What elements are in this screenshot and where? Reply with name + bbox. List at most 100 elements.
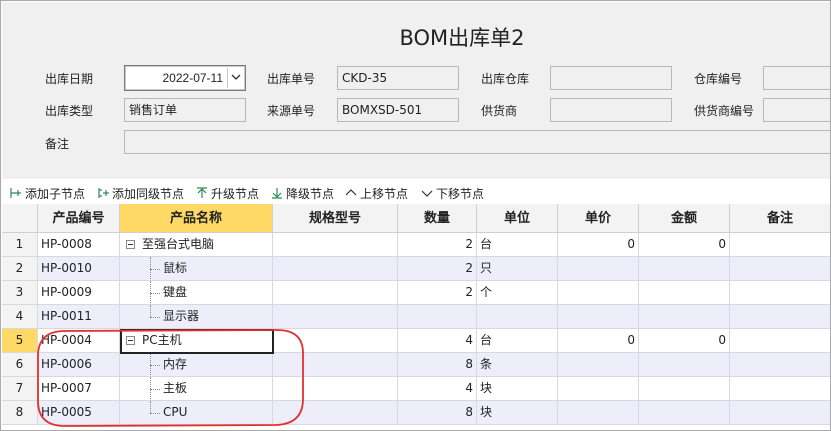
tree-line: [150, 401, 151, 413]
remark-cell[interactable]: [730, 353, 830, 377]
unit-cell[interactable]: 块: [477, 377, 558, 401]
downgrade-node-button[interactable]: 降级节点: [271, 185, 339, 201]
price-cell[interactable]: [558, 257, 639, 281]
remark-field[interactable]: [124, 130, 830, 154]
header-product-code[interactable]: 产品编号: [38, 204, 120, 233]
product-code-cell[interactable]: HP-0007: [38, 377, 120, 401]
collapse-toggle-icon[interactable]: [126, 240, 135, 249]
table-row[interactable]: 6 HP-0006 内存 8 条: [2, 353, 830, 377]
product-code-cell[interactable]: HP-0010: [38, 257, 120, 281]
price-cell[interactable]: 0: [558, 329, 639, 353]
table-row[interactable]: 2 HP-0010 鼠标 2 只: [2, 257, 830, 281]
supplier-no-field[interactable]: [763, 98, 830, 122]
unit-cell[interactable]: 台: [477, 233, 558, 257]
qty-cell[interactable]: 8: [398, 353, 477, 377]
remark-cell[interactable]: [730, 257, 830, 281]
product-name-cell[interactable]: PC主机: [120, 329, 273, 353]
header-price[interactable]: 单价: [558, 204, 639, 233]
spec-cell[interactable]: [273, 233, 398, 257]
remark-cell[interactable]: [730, 329, 830, 353]
amount-cell[interactable]: [639, 257, 730, 281]
amount-cell[interactable]: [639, 281, 730, 305]
header-qty[interactable]: 数量: [398, 204, 477, 233]
table-row[interactable]: 3 HP-0009 键盘 2 个: [2, 281, 830, 305]
spec-cell[interactable]: [273, 257, 398, 281]
out-type-field[interactable]: 销售订单: [124, 98, 246, 122]
chevron-down-icon[interactable]: [227, 68, 243, 88]
price-cell[interactable]: [558, 353, 639, 377]
unit-cell[interactable]: 只: [477, 257, 558, 281]
qty-cell[interactable]: 4: [398, 377, 477, 401]
header-spec[interactable]: 规格型号: [273, 204, 398, 233]
price-cell[interactable]: [558, 377, 639, 401]
spec-cell[interactable]: [273, 305, 398, 329]
spec-cell[interactable]: [273, 377, 398, 401]
out-warehouse-field[interactable]: [550, 66, 672, 90]
amount-cell[interactable]: [639, 305, 730, 329]
remark-cell[interactable]: [730, 305, 830, 329]
amount-cell[interactable]: [639, 377, 730, 401]
unit-cell[interactable]: 个: [477, 281, 558, 305]
amount-cell[interactable]: 0: [639, 233, 730, 257]
remark-cell[interactable]: [730, 377, 830, 401]
amount-cell[interactable]: [639, 401, 730, 425]
header-amount[interactable]: 金额: [639, 204, 730, 233]
move-up-node-button[interactable]: 上移节点: [345, 185, 415, 201]
header-unit[interactable]: 单位: [477, 204, 558, 233]
spec-cell[interactable]: [273, 281, 398, 305]
remark-cell[interactable]: [730, 401, 830, 425]
warehouse-no-field[interactable]: [763, 66, 830, 90]
add-sibling-node-button[interactable]: 添加同级节点: [97, 185, 189, 201]
upgrade-node-button[interactable]: 升级节点: [196, 185, 264, 201]
qty-cell[interactable]: 2: [398, 281, 477, 305]
product-name-cell[interactable]: 显示器: [120, 305, 273, 329]
out-date-picker[interactable]: 2022-07-11: [124, 65, 246, 91]
remark-cell[interactable]: [730, 281, 830, 305]
collapse-toggle-icon[interactable]: [126, 336, 135, 345]
table-row[interactable]: 8 HP-0005 CPU 8 块: [2, 401, 830, 425]
table-row[interactable]: 4 HP-0011 显示器: [2, 305, 830, 329]
product-code-cell[interactable]: HP-0008: [38, 233, 120, 257]
price-cell[interactable]: [558, 401, 639, 425]
price-cell[interactable]: [558, 305, 639, 329]
product-name-cell[interactable]: 鼠标: [120, 257, 273, 281]
spec-cell[interactable]: [273, 401, 398, 425]
header-product-name[interactable]: 产品名称: [120, 204, 273, 233]
product-code-cell[interactable]: HP-0004: [38, 329, 120, 353]
unit-cell[interactable]: 条: [477, 353, 558, 377]
unit-cell[interactable]: [477, 305, 558, 329]
product-name-cell[interactable]: 键盘: [120, 281, 273, 305]
unit-cell[interactable]: 块: [477, 401, 558, 425]
qty-cell[interactable]: 2: [398, 257, 477, 281]
source-no-field[interactable]: BOMXSD-501: [337, 98, 459, 122]
amount-cell[interactable]: [639, 353, 730, 377]
out-no-field[interactable]: CKD-35: [337, 66, 459, 90]
row-number: 3: [2, 281, 38, 305]
product-code-cell[interactable]: HP-0011: [38, 305, 120, 329]
add-child-node-button[interactable]: 添加子节点: [10, 185, 92, 201]
remark-cell[interactable]: [730, 233, 830, 257]
product-code-cell[interactable]: HP-0005: [38, 401, 120, 425]
product-name-cell[interactable]: 主板: [120, 377, 273, 401]
product-code-cell[interactable]: HP-0009: [38, 281, 120, 305]
price-cell[interactable]: [558, 281, 639, 305]
product-name-cell[interactable]: CPU: [120, 401, 273, 425]
amount-cell[interactable]: 0: [639, 329, 730, 353]
header-remark[interactable]: 备注: [730, 204, 830, 233]
product-name-cell[interactable]: 内存: [120, 353, 273, 377]
qty-cell[interactable]: 8: [398, 401, 477, 425]
price-cell[interactable]: 0: [558, 233, 639, 257]
move-down-node-button[interactable]: 下移节点: [421, 185, 491, 201]
unit-cell[interactable]: 台: [477, 329, 558, 353]
table-row[interactable]: 1 HP-0008 至强台式电脑 2 台 0 0: [2, 233, 830, 257]
table-row[interactable]: 5 HP-0004 PC主机 4 台 0 0: [2, 329, 830, 353]
product-name-cell[interactable]: 至强台式电脑: [120, 233, 273, 257]
product-code-cell[interactable]: HP-0006: [38, 353, 120, 377]
spec-cell[interactable]: [273, 329, 398, 353]
qty-cell[interactable]: [398, 305, 477, 329]
qty-cell[interactable]: 2: [398, 233, 477, 257]
qty-cell[interactable]: 4: [398, 329, 477, 353]
table-row[interactable]: 7 HP-0007 主板 4 块: [2, 377, 830, 401]
spec-cell[interactable]: [273, 353, 398, 377]
supplier-field[interactable]: [550, 98, 672, 122]
